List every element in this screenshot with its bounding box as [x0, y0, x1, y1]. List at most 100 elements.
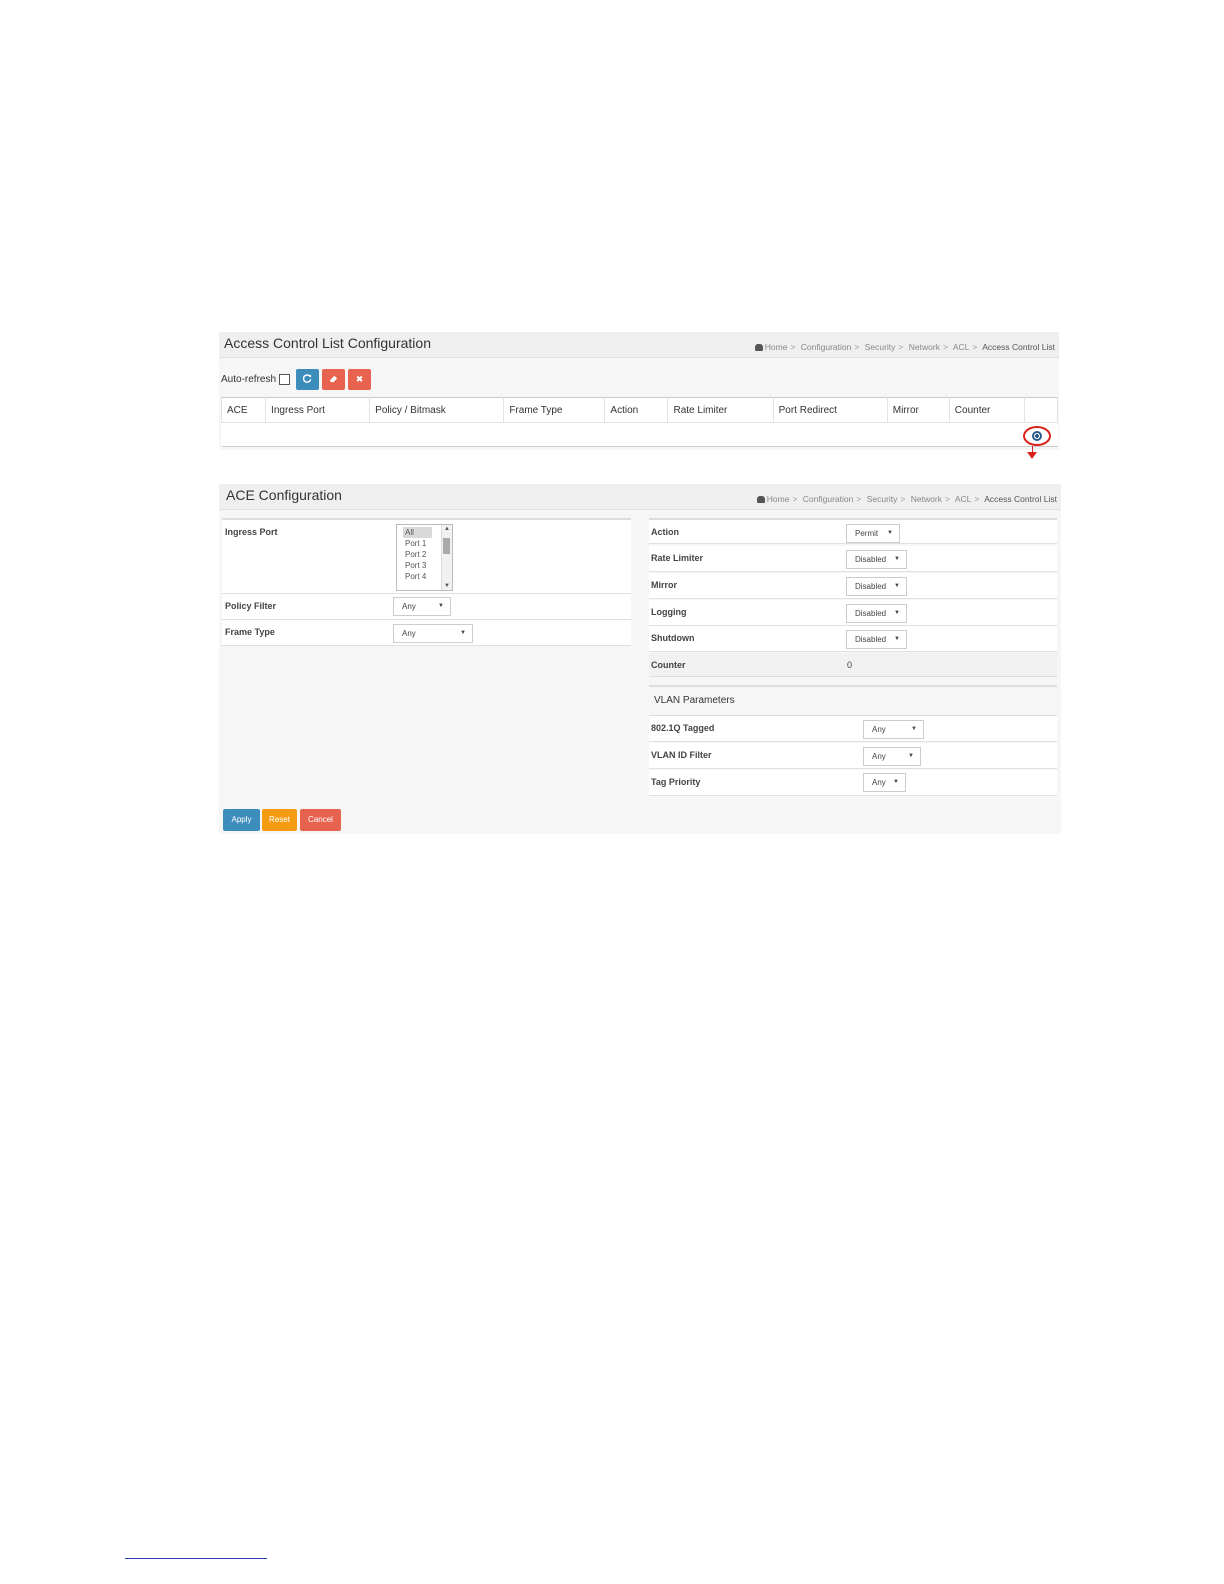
frame-type-select[interactable]: Any ▼ [393, 624, 473, 643]
rate-limiter-select[interactable]: Disabled ▼ [846, 550, 907, 569]
caret-down-icon: ▼ [894, 556, 900, 562]
ace-page-title: ACE Configuration [226, 487, 342, 503]
logging-value: Disabled [855, 609, 887, 618]
col-mirror: Mirror [886, 397, 950, 423]
col-add [1023, 397, 1059, 423]
tagged-label: 802.1Q Tagged [651, 723, 715, 733]
apply-button[interactable]: Apply [223, 809, 260, 831]
frame-type-value: Any [402, 629, 416, 638]
counter-label: Counter [651, 660, 686, 670]
mirror-value: Disabled [855, 582, 887, 591]
refresh-icon [302, 374, 312, 383]
caret-down-icon: ▼ [460, 630, 466, 636]
tagged-row: 802.1Q Tagged Any ▼ [649, 716, 1057, 742]
caret-down-icon: ▼ [908, 753, 914, 759]
acl-table: ACE Ingress Port Policy / Bitmask Frame … [220, 397, 1059, 447]
breadcrumb-home[interactable]: Home [767, 494, 790, 504]
col-ace: ACE [220, 397, 267, 423]
listbox-option[interactable]: All [403, 527, 432, 538]
listbox-scrollbar[interactable]: ▲ ▼ [441, 525, 452, 590]
clear-button[interactable] [322, 369, 345, 390]
policy-filter-value: Any [402, 602, 416, 611]
col-ingress-port: Ingress Port [265, 397, 371, 423]
caret-down-icon: ▼ [894, 636, 900, 642]
col-frame-type: Frame Type [503, 397, 606, 423]
action-row: Action Permit ▼ [649, 518, 1057, 544]
caret-down-icon: ▼ [894, 583, 900, 589]
frame-type-label: Frame Type [225, 627, 275, 637]
acl-page-title: Access Control List Configuration [224, 335, 431, 351]
ingress-port-row: Ingress Port All Port 1 Port 2 Port 3 Po… [222, 518, 631, 594]
tag-priority-select[interactable]: Any ▼ [863, 773, 906, 792]
vlan-id-filter-select[interactable]: Any ▼ [863, 747, 921, 766]
col-rate-limiter: Rate Limiter [667, 397, 774, 423]
times-icon: ✖ [355, 374, 364, 384]
breadcrumb-acl[interactable]: ACL [953, 342, 970, 352]
add-ace-button[interactable] [1023, 426, 1051, 446]
auto-refresh-checkbox[interactable] [279, 374, 290, 385]
action-select[interactable]: Permit ▼ [846, 524, 900, 543]
home-icon [754, 344, 763, 351]
acl-config-panel: Access Control List Configuration Home > … [219, 332, 1059, 459]
scroll-down-icon[interactable]: ▼ [444, 583, 450, 589]
breadcrumb-configuration[interactable]: Configuration [801, 342, 852, 352]
shutdown-label: Shutdown [651, 633, 695, 643]
counter-row: Counter 0 [649, 653, 1057, 677]
vlan-id-filter-label: VLAN ID Filter [651, 750, 712, 760]
tag-priority-row: Tag Priority Any ▼ [649, 770, 1057, 796]
refresh-button[interactable] [296, 369, 319, 390]
shutdown-select[interactable]: Disabled ▼ [846, 630, 907, 649]
col-action: Action [604, 397, 669, 423]
ace-config-panel: ACE Configuration Home > Configuration > S… [219, 484, 1061, 834]
tag-priority-value: Any [872, 778, 886, 787]
policy-filter-label: Policy Filter [225, 601, 277, 611]
tagged-value: Any [872, 725, 886, 734]
scroll-thumb[interactable] [443, 538, 450, 554]
breadcrumb-home[interactable]: Home [765, 342, 788, 352]
rate-limiter-row: Rate Limiter Disabled ▼ [649, 546, 1057, 572]
plus-circle-icon [1032, 431, 1042, 441]
breadcrumb: Home > Configuration > Security > Network > … [754, 342, 1055, 352]
breadcrumb-security[interactable]: Security [865, 342, 896, 352]
ingress-port-listbox[interactable]: All Port 1 Port 2 Port 3 Port 4 ▲ ▼ [396, 524, 453, 591]
reset-button[interactable]: Reset [262, 809, 297, 831]
logging-select[interactable]: Disabled ▼ [846, 604, 907, 623]
footer-rule [125, 1558, 267, 1559]
breadcrumb-acl[interactable]: ACL [955, 494, 972, 504]
vlan-parameters-title: VLAN Parameters [654, 695, 735, 706]
acl-panel-header: Access Control List Configuration Home > … [219, 332, 1059, 358]
auto-refresh-label: Auto-refresh [221, 374, 277, 385]
rate-limiter-value: Disabled [855, 555, 887, 564]
counter-value: 0 [847, 660, 853, 670]
rate-limiter-label: Rate Limiter [651, 553, 704, 563]
shutdown-value: Disabled [855, 635, 887, 644]
breadcrumb-current: Access Control List [982, 342, 1055, 352]
action-label: Action [651, 527, 679, 537]
vlan-id-filter-row: VLAN ID Filter Any ▼ [649, 743, 1057, 769]
col-policy-bitmask: Policy / Bitmask [369, 397, 505, 423]
breadcrumb: Home > Configuration > Security > Network > … [756, 494, 1057, 504]
cancel-button[interactable]: Cancel [300, 809, 341, 831]
scroll-up-icon[interactable]: ▲ [444, 526, 450, 532]
delete-all-button[interactable]: ✖ [348, 369, 371, 390]
breadcrumb-configuration[interactable]: Configuration [803, 494, 854, 504]
home-icon [756, 496, 765, 503]
caret-down-icon: ▼ [893, 779, 899, 785]
mirror-label: Mirror [651, 580, 678, 590]
breadcrumb-network[interactable]: Network [911, 494, 942, 504]
ingress-port-label: Ingress Port [225, 527, 278, 537]
mirror-select[interactable]: Disabled ▼ [846, 577, 907, 596]
mirror-row: Mirror Disabled ▼ [649, 573, 1057, 599]
tagged-select[interactable]: Any ▼ [863, 720, 924, 739]
action-value: Permit [855, 529, 879, 538]
caret-down-icon: ▼ [438, 603, 444, 609]
logging-label: Logging [651, 607, 687, 617]
breadcrumb-network[interactable]: Network [909, 342, 940, 352]
policy-filter-select[interactable]: Any ▼ [393, 597, 451, 616]
breadcrumb-current: Access Control List [984, 494, 1057, 504]
ace-panel-header: ACE Configuration Home > Configuration > S… [219, 484, 1061, 510]
frame-type-row: Frame Type Any ▼ [222, 620, 631, 646]
breadcrumb-security[interactable]: Security [867, 494, 898, 504]
tag-priority-label: Tag Priority [651, 777, 701, 787]
logging-row: Logging Disabled ▼ [649, 600, 1057, 626]
